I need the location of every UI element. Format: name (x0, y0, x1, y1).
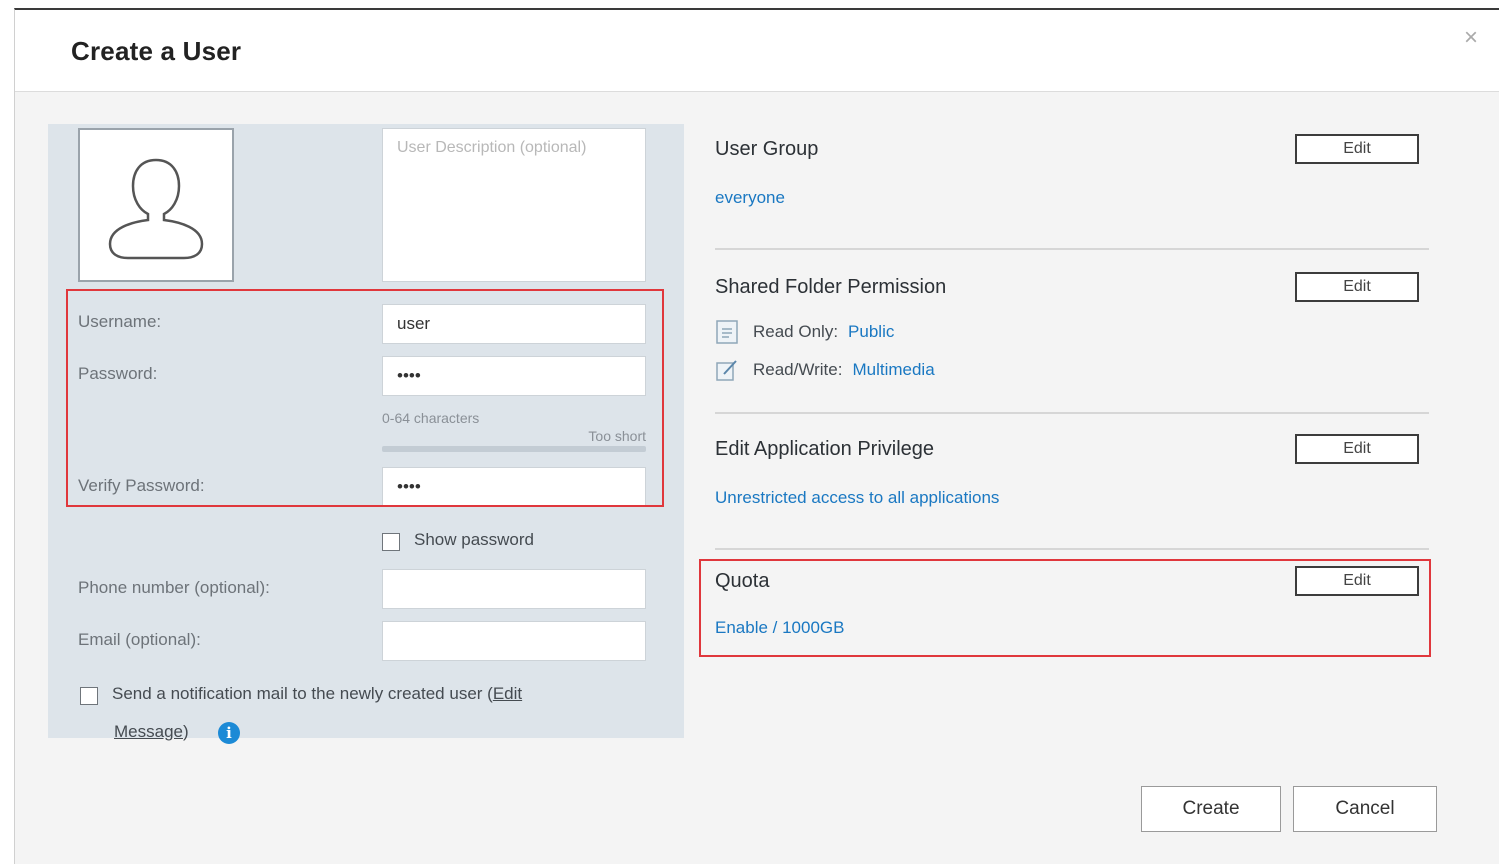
shared-folder-edit-button[interactable]: Edit (1295, 272, 1419, 302)
edit-pencil-icon (716, 360, 737, 381)
notification-mail-label: Send a notification mail to the newly cr… (112, 684, 522, 704)
shared-folder-title: Shared Folder Permission (715, 276, 947, 298)
notification-mail-checkbox[interactable] (80, 687, 98, 705)
dialog-header: Create a User × (15, 10, 1499, 92)
user-description-field[interactable] (382, 128, 646, 282)
read-only-folder-link[interactable]: Public (848, 322, 894, 342)
email-input[interactable] (382, 621, 646, 661)
password-length-hint: 0-64 characters (382, 410, 480, 426)
user-group-title: User Group (715, 138, 819, 160)
edit-message-link-part2[interactable]: Message (114, 722, 183, 741)
read-write-folder-link[interactable]: Multimedia (852, 360, 934, 380)
quota-edit-button[interactable]: Edit (1295, 566, 1419, 596)
password-input[interactable] (382, 356, 646, 396)
user-silhouette-icon (108, 158, 204, 260)
username-label: Username: (78, 312, 162, 331)
password-strength-text: Too short (588, 428, 646, 444)
phone-label: Phone number (optional): (78, 578, 270, 597)
dialog-title: Create a User (71, 36, 242, 66)
edit-message-link-part1[interactable]: Edit (493, 684, 522, 703)
quota-value-link[interactable]: Enable / 1000GB (715, 618, 844, 638)
show-password-checkbox[interactable] (382, 533, 400, 551)
password-strength-bar (382, 446, 646, 452)
user-info-panel: Username: Password: 0-64 characters Too … (48, 124, 684, 744)
user-group-section: User Group Edit everyone (715, 124, 1429, 254)
email-label: Email (optional): (78, 630, 201, 649)
read-write-row: Read/Write: Multimedia (715, 358, 935, 382)
info-icon[interactable]: i (218, 722, 240, 744)
section-divider (715, 248, 1429, 250)
username-input[interactable] (382, 304, 646, 344)
notification-mail-label-line2: Message) (114, 722, 189, 742)
shared-folder-section: Shared Folder Permission Edit Read Only:… (715, 262, 1429, 422)
section-divider (715, 548, 1429, 550)
read-only-row: Read Only: Public (715, 320, 894, 344)
read-write-label: Read/Write: (753, 360, 843, 379)
cancel-button[interactable]: Cancel (1293, 786, 1437, 832)
avatar[interactable] (78, 128, 234, 282)
quota-title: Quota (715, 570, 770, 592)
notification-mail-text: Send a notification mail to the newly cr… (112, 684, 493, 703)
user-group-value-link[interactable]: everyone (715, 188, 785, 208)
show-password-label: Show password (414, 530, 535, 549)
create-button[interactable]: Create (1141, 786, 1281, 832)
user-description-input[interactable] (383, 129, 645, 281)
section-divider (715, 412, 1429, 414)
phone-input[interactable] (382, 569, 646, 609)
app-privilege-edit-button[interactable]: Edit (1295, 434, 1419, 464)
user-group-edit-button[interactable]: Edit (1295, 134, 1419, 164)
verify-password-label: Verify Password: (78, 476, 205, 495)
quota-section: Quota Edit Enable / 1000GB (715, 566, 1429, 656)
document-icon (716, 320, 738, 344)
close-icon[interactable]: × (1464, 26, 1478, 50)
notification-mail-close-paren: ) (182, 722, 189, 741)
app-privilege-value-link[interactable]: Unrestricted access to all applications (715, 488, 999, 508)
verify-password-input[interactable] (382, 467, 646, 507)
read-only-label: Read Only: (753, 322, 839, 341)
app-privilege-section: Edit Application Privilege Edit Unrestri… (715, 424, 1429, 554)
app-privilege-title: Edit Application Privilege (715, 438, 935, 460)
create-user-dialog: Create a User × Username: Password: 0-64… (14, 8, 1499, 864)
password-label: Password: (78, 364, 158, 383)
